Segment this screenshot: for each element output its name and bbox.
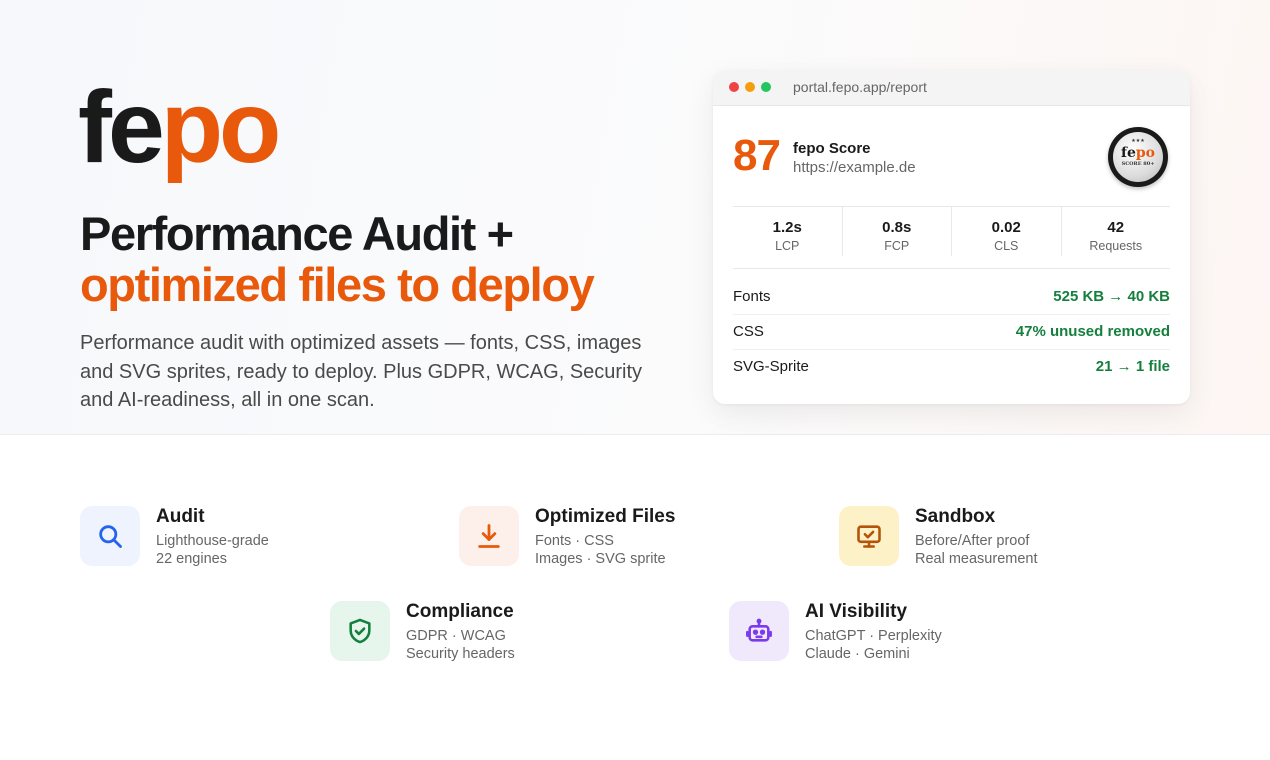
feature-detail-1: ChatGPT · Perplexity xyxy=(805,628,942,644)
page-headline: Performance Audit + optimized files to d… xyxy=(80,207,595,311)
feature-title: Compliance xyxy=(406,601,514,622)
seal-face: ★★★ fepo SCORE 80+ xyxy=(1113,132,1163,182)
shield-check-icon xyxy=(330,601,390,661)
feature-audit[interactable]: Audit Lighthouse-grade 22 engines xyxy=(80,506,440,576)
result-row-svg-sprite: SVG-Sprite 21 → 1 file xyxy=(733,350,1170,384)
seal-subtext: SCORE 80+ xyxy=(1121,161,1155,167)
metric-value: 1.2s xyxy=(772,219,802,236)
result-value: 21 → 1 file xyxy=(1095,358,1170,375)
feature-title: Sandbox xyxy=(915,506,996,527)
metric-value: 0.8s xyxy=(882,219,912,236)
metric-requests: 42 Requests xyxy=(1062,207,1171,256)
metric-cls: 0.02 CLS xyxy=(952,207,1062,256)
score-value: 87 xyxy=(733,131,781,180)
download-icon xyxy=(459,506,519,566)
window-minimize-dot xyxy=(745,82,755,92)
feature-detail-1: Fonts · CSS xyxy=(535,533,614,549)
feature-detail-2: Claude · Gemini xyxy=(805,646,910,662)
feature-detail-1: Before/After proof xyxy=(915,533,1030,549)
brand-logo[interactable]: fepo xyxy=(78,62,282,192)
score-summary: 87 fepo Score https://example.de ★★★ fep… xyxy=(733,125,1170,195)
result-value: 47% unused removed xyxy=(1015,323,1170,340)
browser-bar: portal.fepo.app/report xyxy=(713,70,1190,106)
result-label: Fonts xyxy=(733,288,771,305)
report-preview-card: portal.fepo.app/report 87 fepo Score htt… xyxy=(713,70,1190,404)
feature-detail-2: Security headers xyxy=(406,646,515,662)
headline-line-1: Performance Audit + xyxy=(80,207,514,260)
feature-sandbox[interactable]: Sandbox Before/After proof Real measurem… xyxy=(839,506,1199,576)
result-value: 525 KB → 40 KB xyxy=(1053,288,1170,305)
score-label: fepo Score xyxy=(793,140,871,157)
search-icon xyxy=(80,506,140,566)
metric-label: Requests xyxy=(1089,239,1143,253)
hero-description: Performance audit with optimized assets … xyxy=(80,332,643,411)
window-maximize-dot xyxy=(761,82,771,92)
metric-lcp: 1.2s LCP xyxy=(733,207,843,256)
feature-ai-visibility[interactable]: AI Visibility ChatGPT · Perplexity Claud… xyxy=(729,601,1089,671)
address-url: portal.fepo.app/report xyxy=(793,79,927,95)
seal-stars: ★★★ xyxy=(1131,138,1145,144)
audited-site-url: https://example.de xyxy=(793,159,916,176)
metric-fcp: 0.8s FCP xyxy=(843,207,952,256)
feature-detail-2: Real measurement xyxy=(915,551,1038,567)
monitor-check-icon xyxy=(839,506,899,566)
seal-brand-accent: po xyxy=(1135,145,1156,161)
metric-value: 42 xyxy=(1107,219,1125,236)
metric-label: LCP xyxy=(775,239,800,253)
metric-value: 0.02 xyxy=(991,219,1021,236)
feature-detail-1: Lighthouse-grade xyxy=(156,533,269,549)
seal-brand: fepo xyxy=(1113,146,1163,161)
robot-icon xyxy=(729,601,789,661)
feature-detail-2: 22 engines xyxy=(156,551,227,567)
feature-compliance[interactable]: Compliance GDPR · WCAG Security headers xyxy=(330,601,690,671)
window-close-dot xyxy=(729,82,739,92)
metric-label: FCP xyxy=(884,239,910,253)
logo-part-accent: po xyxy=(160,70,282,184)
result-label: CSS xyxy=(733,323,764,340)
feature-optimized-files[interactable]: Optimized Files Fonts · CSS Images · SVG… xyxy=(459,506,819,576)
result-row-css: CSS 47% unused removed xyxy=(733,315,1170,350)
feature-title: Optimized Files xyxy=(535,506,676,527)
feature-detail-2: Images · SVG sprite xyxy=(535,551,666,567)
feature-title: AI Visibility xyxy=(805,601,908,622)
hero-section: fepo Performance Audit + optimized files… xyxy=(0,0,1270,435)
feature-detail-1: GDPR · WCAG xyxy=(406,628,506,644)
headline-line-2: optimized files to deploy xyxy=(80,258,595,311)
logo-part-dark: fe xyxy=(78,70,165,184)
metrics-strip: 1.2s LCP 0.8s FCP 0.02 CLS 42 Requests xyxy=(733,206,1170,269)
result-label: SVG-Sprite xyxy=(733,358,809,375)
result-row-fonts: Fonts 525 KB → 40 KB xyxy=(733,280,1170,315)
seal-brand-dark: fe xyxy=(1120,145,1136,161)
score-seal-badge: ★★★ fepo SCORE 80+ xyxy=(1108,127,1168,187)
feature-title: Audit xyxy=(156,506,205,527)
metric-label: CLS xyxy=(994,239,1019,253)
optimization-results: Fonts 525 KB → 40 KB CSS 47% unused remo… xyxy=(733,280,1170,384)
